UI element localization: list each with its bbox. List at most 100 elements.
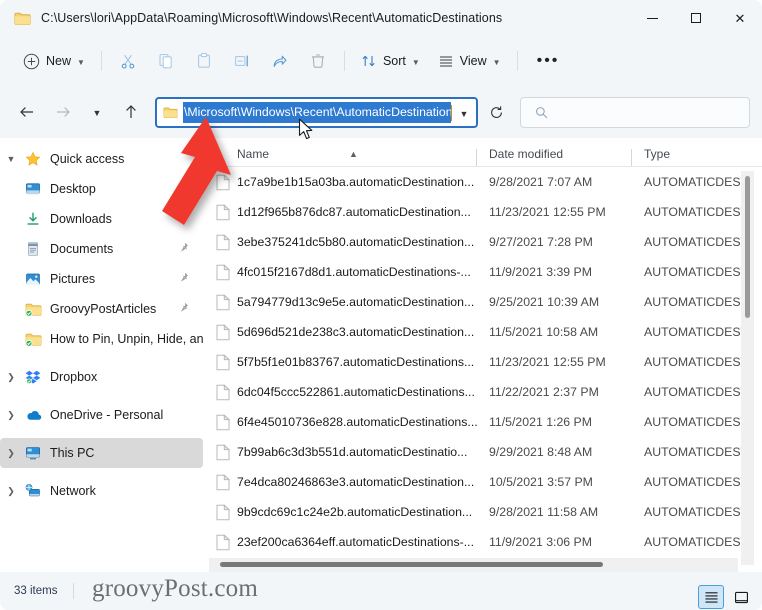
pin-icon[interactable] [177, 242, 189, 257]
file-name-cell: 6dc04f5ccc522861.automaticDestinations..… [237, 385, 475, 399]
file-name-cell: 7b99ab6c3d3b551d.automaticDestinatio... [237, 445, 468, 459]
vertical-scrollbar-thumb[interactable] [745, 176, 750, 318]
table-row[interactable]: 5f7b5f1e01b83767.automaticDestinations..… [209, 347, 762, 377]
sidebar-item-label: OneDrive - Personal [50, 408, 164, 422]
chevron-right-icon[interactable]: ❯ [0, 372, 22, 383]
list-lines-icon [438, 53, 454, 69]
table-row[interactable]: 7e4dca80246863e3.automaticDestination...… [209, 467, 762, 497]
search-box[interactable] [520, 97, 750, 128]
see-more-button[interactable]: ••• [525, 45, 572, 77]
table-row[interactable]: 6f4e45010736e828.automaticDestinations..… [209, 407, 762, 437]
table-row[interactable]: 1c7a9be1b15a03ba.automaticDestination...… [209, 167, 762, 197]
table-row[interactable]: 6dc04f5ccc522861.automaticDestinations..… [209, 377, 762, 407]
sidebar-item-label: Downloads [50, 212, 112, 226]
sidebar-item-desktop[interactable]: Desktop [0, 174, 203, 204]
maximize-button[interactable] [674, 0, 718, 36]
file-icon [209, 473, 237, 491]
file-list-pane[interactable]: Name ▲ Date modified Type 1c7a9be1b15a03… [209, 138, 762, 572]
file-icon [209, 203, 237, 221]
file-rows: 1c7a9be1b15a03ba.automaticDestination...… [209, 167, 762, 557]
sidebar-item-pictures[interactable]: Pictures [0, 264, 203, 294]
navigation-pane[interactable]: ▼ Quick access Desktop Downloads Documen… [0, 138, 209, 572]
horizontal-scrollbar-thumb[interactable] [220, 562, 603, 567]
copy-button[interactable] [147, 45, 185, 77]
file-icon [209, 533, 237, 551]
minimize-button[interactable] [630, 0, 674, 36]
sidebar-item-groovypostarticles[interactable]: GroovyPostArticles [0, 294, 203, 324]
view-button[interactable]: View ▼ [429, 45, 510, 77]
ellipsis-icon: ••• [536, 52, 560, 69]
chevron-down-icon[interactable]: ▼ [0, 154, 22, 164]
paste-button[interactable] [185, 45, 223, 77]
table-row[interactable]: 7b99ab6c3d3b551d.automaticDestinatio... 9… [209, 437, 762, 467]
vertical-scrollbar[interactable] [741, 171, 754, 565]
new-button-label: New [46, 54, 72, 68]
file-icon [209, 413, 237, 431]
details-view-button[interactable] [698, 585, 724, 609]
address-bar[interactable]: \Microsoft\Windows\Recent\AutomaticDesti… [155, 97, 478, 128]
sidebar-item-this-pc[interactable]: ❯ This PC [0, 438, 203, 468]
address-input-text[interactable]: \Microsoft\Windows\Recent\AutomaticDesti… [183, 102, 451, 123]
new-button[interactable]: New ▼ [14, 45, 94, 77]
sort-button[interactable]: Sort ▼ [352, 45, 429, 77]
sort-icon [361, 53, 377, 69]
toolbar-divider [100, 51, 102, 71]
sort-ascending-icon: ▲ [349, 149, 358, 159]
sidebar-item-network[interactable]: ❯ Network [0, 476, 203, 506]
folder-sync-icon [22, 302, 44, 317]
rename-button[interactable] [223, 45, 261, 77]
file-name-cell: 9b9cdc69c1c24e2b.automaticDestination... [237, 505, 473, 519]
sidebar-item-dropbox[interactable]: ❯ Dropbox [0, 362, 203, 392]
close-button[interactable]: ✕ [718, 0, 762, 36]
chevron-right-icon[interactable]: ❯ [0, 410, 22, 421]
pin-icon[interactable] [177, 212, 189, 227]
table-row[interactable]: 9b9cdc69c1c24e2b.automaticDestination...… [209, 497, 762, 527]
file-name-cell: 1c7a9be1b15a03ba.automaticDestination... [237, 175, 475, 189]
up-button[interactable] [116, 97, 146, 127]
sidebar-item-onedrive-personal[interactable]: ❯ OneDrive - Personal [0, 400, 203, 430]
table-row[interactable]: 5a794779d13c9e5e.automaticDestination...… [209, 287, 762, 317]
sidebar-item-downloads[interactable]: Downloads [0, 204, 203, 234]
file-date-cell: 10/5/2021 3:57 PM [489, 475, 593, 489]
search-icon [535, 106, 548, 119]
sidebar-item-label: Quick access [50, 152, 125, 166]
pin-icon[interactable] [177, 272, 189, 287]
dropbox-icon [22, 369, 44, 385]
table-row[interactable]: 1d12f965b876dc87.automaticDestination...… [209, 197, 762, 227]
chevron-right-icon[interactable]: ❯ [0, 448, 22, 459]
file-name-cell: 1d12f965b876dc87.automaticDestination... [237, 205, 471, 219]
table-row[interactable]: 5d696d521de238c3.automaticDestination...… [209, 317, 762, 347]
table-row[interactable]: 3ebe375241dc5b80.automaticDestination...… [209, 227, 762, 257]
sidebar-item-label: This PC [50, 446, 95, 460]
refresh-button[interactable] [482, 97, 510, 128]
table-row[interactable]: 4fc015f2167d8d1.automaticDestinations-..… [209, 257, 762, 287]
chevron-down-icon: ▼ [77, 57, 85, 67]
file-icon [209, 383, 237, 401]
copy-icon [157, 52, 175, 70]
address-dropdown-button[interactable]: ▼ [452, 99, 476, 126]
large-icons-view-button[interactable] [728, 585, 754, 609]
column-header-name[interactable]: Name ▲ [209, 147, 477, 166]
column-header-type[interactable]: Type [632, 147, 742, 166]
sidebar-item-how-to-pin-unpin[interactable]: How to Pin, Unpin, Hide, and Re [0, 324, 203, 354]
horizontal-scrollbar[interactable] [209, 558, 738, 572]
delete-button[interactable] [299, 45, 337, 77]
pin-icon[interactable] [177, 302, 189, 317]
file-date-cell: 11/9/2021 3:06 PM [489, 535, 593, 549]
share-button[interactable] [261, 45, 299, 77]
table-row[interactable]: 23ef200ca6364eff.automaticDestinations-.… [209, 527, 762, 557]
back-button[interactable] [12, 97, 42, 127]
recent-locations-button[interactable]: ▼ [82, 97, 112, 127]
cut-button[interactable] [109, 45, 147, 77]
sidebar-item-documents[interactable]: Documents [0, 234, 203, 264]
file-date-cell: 9/29/2021 8:48 AM [489, 445, 593, 459]
search-input[interactable] [556, 105, 749, 120]
forward-button[interactable] [48, 97, 78, 127]
column-header-date-modified[interactable]: Date modified [477, 147, 632, 166]
pin-icon[interactable] [177, 182, 189, 197]
chevron-right-icon[interactable]: ❯ [0, 486, 22, 497]
sidebar-item-quick-access[interactable]: ▼ Quick access [0, 144, 203, 174]
scissors-icon [119, 52, 137, 70]
sidebar-item-label: Desktop [50, 182, 96, 196]
file-name-cell: 7e4dca80246863e3.automaticDestination... [237, 475, 475, 489]
